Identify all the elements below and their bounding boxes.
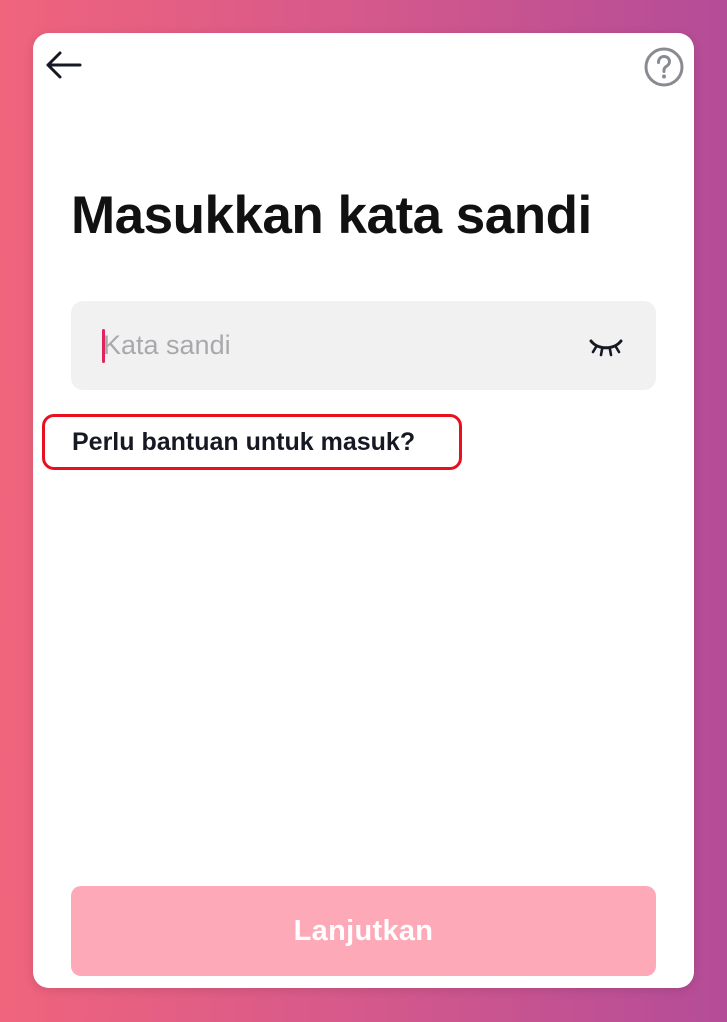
question-circle-icon [644,47,684,87]
password-input[interactable] [103,301,563,390]
page-title: Masukkan kata sandi [71,186,592,245]
login-help-link[interactable]: Perlu bantuan untuk masuk? [42,414,462,470]
help-button[interactable] [642,45,686,89]
toggle-password-visibility-button[interactable] [586,328,626,364]
login-password-card: Masukkan kata sandi Perlu bantuan untuk … [33,33,694,988]
back-button[interactable] [41,47,85,83]
eye-closed-icon [589,339,623,357]
arrow-left-icon [46,51,82,79]
password-field[interactable] [71,301,656,390]
continue-button[interactable]: Lanjutkan [71,886,656,976]
